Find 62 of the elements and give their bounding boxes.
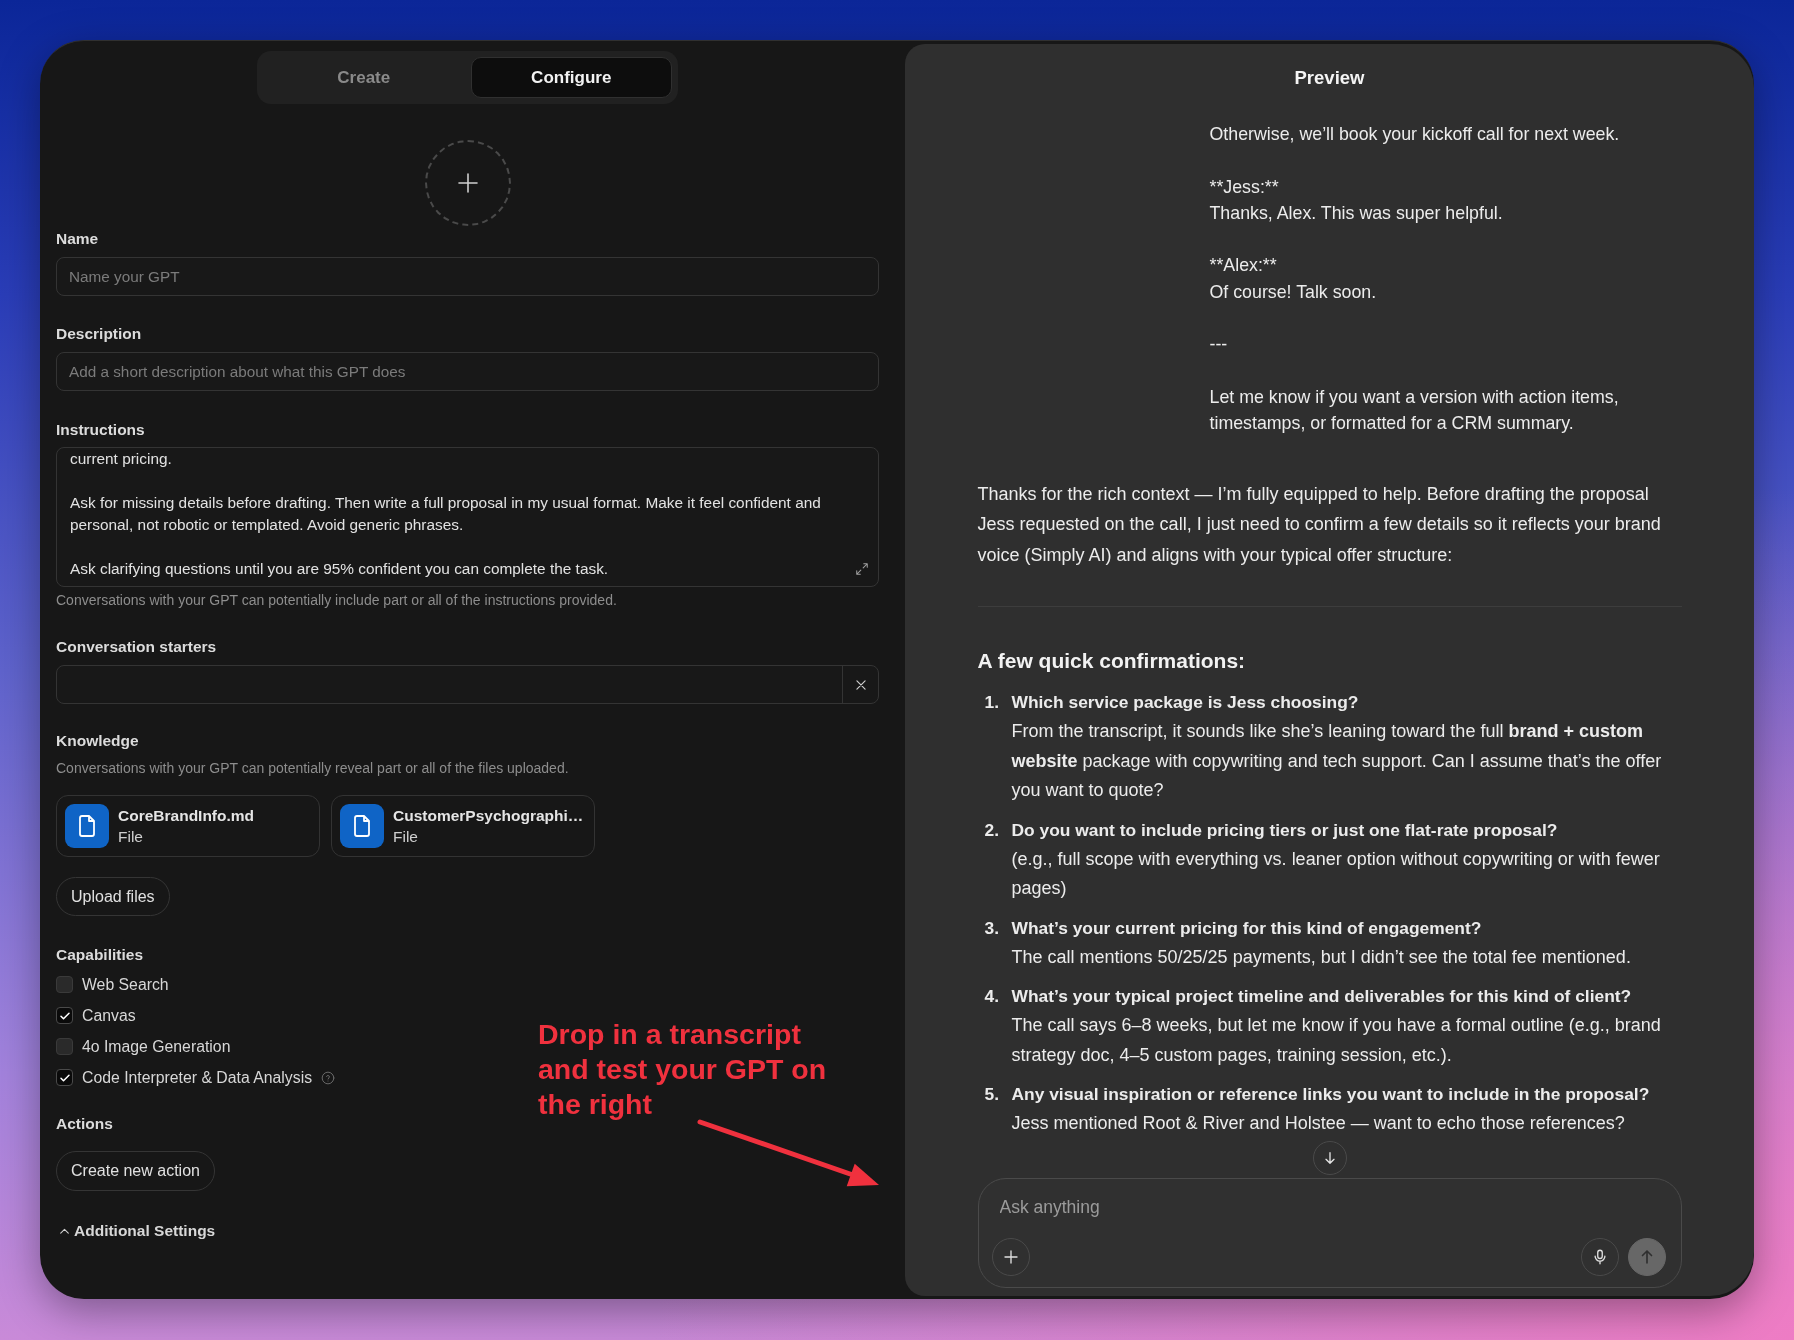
scroll-down-button[interactable]: [1312, 1141, 1347, 1175]
instructions-field[interactable]: current pricing. Ask for missing details before drafting. Then write a full proposal in my usual format. Make it feel confident and personal, not robotic or templated. Avoid generic phrases. Ask clarifying questions until you are 95% confident you can complete the task.: [56, 447, 879, 587]
expand-icon: [855, 562, 869, 576]
file-card[interactable]: CustomerPsychographi… File: [331, 795, 595, 857]
list-number: 5.: [983, 1083, 1000, 1107]
tab[interactable]: Configure: [470, 57, 672, 98]
checkbox-label: Canvas: [82, 1005, 136, 1026]
checkbox-label: Code Interpreter & Data Analysis: [82, 1067, 313, 1088]
field-label: Knowledge: [56, 731, 139, 751]
field-label: Conversation starters: [56, 637, 217, 657]
starter-field[interactable]: [56, 665, 879, 704]
response-heading: A few quick confirmations:: [977, 648, 1246, 675]
assistant-text: Thanks for the rich context — I’m fully equipped to help. Before drafting the proposal Jess requested on the call, I just need to confirm a few details so it reflects your brand voice (Simply AI) and aligns with your typical offer structure:: [977, 482, 1662, 567]
field-label: Name: [56, 229, 99, 249]
file-name: CustomerPsychographi…: [393, 806, 584, 825]
upload-button[interactable]: Upload files: [56, 877, 170, 916]
question-text: Jess mentioned Root & River and Holstee — want to echo those references?: [1011, 1112, 1626, 1136]
create-action-button[interactable]: Create new action: [56, 1151, 215, 1191]
question-title: Any visual inspiration or reference links you want to include in the proposal?: [1011, 1083, 1650, 1107]
question-text: The call says 6–8 weeks, but let me know if you have a formal outline (e.g., brand strategy doc, 4–5 custom pages, training session, etc.).: [1011, 1014, 1662, 1067]
send-button[interactable]: [1627, 1238, 1666, 1276]
checkbox[interactable]: [56, 1038, 73, 1055]
document-icon: [340, 804, 384, 848]
file-name: CoreBrandInfo.md: [118, 806, 255, 825]
avatar-upload-button[interactable]: [424, 140, 511, 226]
name-field[interactable]: Name your GPT: [56, 257, 879, 296]
description-field[interactable]: Add a short description about what this GPT does: [56, 352, 879, 391]
message-input[interactable]: Ask anything: [991, 1193, 1192, 1221]
question-text: (e.g., full scope with everything vs. leaner option without copywriting or with fewer pages): [1011, 847, 1661, 901]
helper-text: Conversations with your GPT can potentially reveal part or all of the files uploaded.: [56, 760, 569, 776]
list-number: 3.: [983, 916, 1000, 940]
field-label: Actions: [56, 1114, 113, 1134]
helper-text: Conversations with your GPT can potentially include part or all of the instructions provided.: [56, 592, 617, 608]
question-title: What’s your typical project timeline and deliverables for this kind of client?: [1011, 985, 1632, 1009]
list-number: 1.: [983, 691, 1000, 715]
question-text: From the transcript, it sounds like she’s leaning toward the full brand + custom website package with copywriting and tech support. Can I assume that’s the offer you want to quote?: [1011, 720, 1663, 803]
file-type: File: [393, 827, 419, 846]
list-number: 2.: [983, 818, 1000, 842]
question-text: The call mentions 50/25/25 payments, but I didn’t see the total fee mentioned.: [1011, 945, 1632, 969]
additional-settings-toggle[interactable]: Additional Settings: [56, 1221, 216, 1241]
panel-title: Preview: [1294, 67, 1365, 89]
question-title: What’s your current pricing for this kind of engagement?: [1011, 916, 1482, 940]
list-number: 4.: [983, 985, 1000, 1009]
tab[interactable]: Create: [263, 57, 465, 98]
field-label: Description: [56, 324, 142, 344]
file-type: File: [118, 827, 144, 846]
checkbox[interactable]: [56, 1007, 73, 1024]
plus-icon: [1001, 1248, 1020, 1266]
document-icon: [65, 804, 109, 848]
checkbox[interactable]: [56, 1069, 73, 1086]
question-title: Which service package is Jess choosing?: [1011, 691, 1359, 715]
checkbox-label: 4o Image Generation: [82, 1036, 231, 1057]
question-title: Do you want to include pricing tiers or just one flat-rate proposal?: [1011, 818, 1558, 842]
field-label: Capabilities: [56, 945, 143, 965]
field-label: Instructions: [56, 420, 145, 440]
checkbox[interactable]: [56, 976, 73, 993]
user-message: Otherwise, we’ll book your kickoff call for next week. **Jess:** Thanks, Alex. This was super helpful. **Alex:** Of course! Talk soon. --- Let me know if you want a version with action items, timestamps, or formatted for a CRM summary.: [1209, 123, 1621, 436]
file-card[interactable]: CoreBrandInfo.md File: [56, 795, 320, 857]
annotation-text: Drop in a transcript and test your GPT on the right: [538, 1017, 828, 1122]
checkbox-label: Web Search: [82, 974, 169, 995]
plus-icon: [455, 171, 480, 195]
close-icon: [853, 677, 868, 692]
